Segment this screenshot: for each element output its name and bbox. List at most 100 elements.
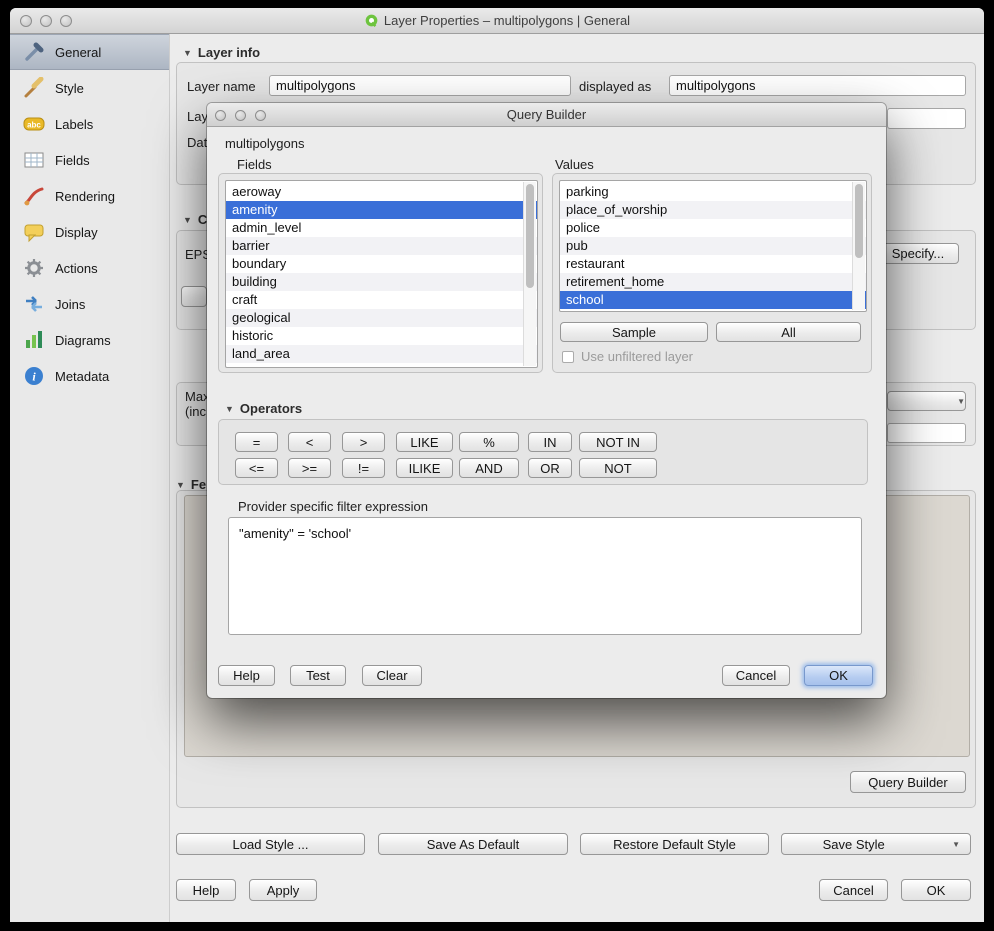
apply-button[interactable]: Apply xyxy=(249,879,317,901)
restore-default-style-button[interactable]: Restore Default Style xyxy=(580,833,769,855)
field-item[interactable]: land_area xyxy=(226,345,537,363)
displayed-as-input[interactable]: multipolygons xyxy=(669,75,966,96)
fields-scrollbar-thumb[interactable] xyxy=(526,184,534,288)
sidebar-item-label: Metadata xyxy=(55,369,109,384)
dialog-titlebar[interactable]: Query Builder xyxy=(207,103,886,127)
value-item[interactable]: restaurant xyxy=(560,255,866,273)
dialog-help-button[interactable]: Help xyxy=(218,665,275,686)
sidebar-item-joins[interactable]: Joins xyxy=(10,286,169,322)
sidebar-item-style[interactable]: Style xyxy=(10,70,169,106)
query-builder-open-button[interactable]: Query Builder xyxy=(850,771,966,793)
layer-info-header-label: Layer info xyxy=(198,45,260,60)
field-item[interactable]: building xyxy=(226,273,537,291)
qgis-icon xyxy=(364,13,379,31)
operator-button[interactable]: LIKE xyxy=(396,432,453,452)
fields-scrollbar[interactable] xyxy=(523,182,536,366)
values-group: parking place_of_worship police pub rest… xyxy=(552,173,872,373)
sidebar-item-diagrams[interactable]: Diagrams xyxy=(10,322,169,358)
dialog-test-button[interactable]: Test xyxy=(290,665,346,686)
chevron-down-icon: ▼ xyxy=(951,397,965,406)
fields-list[interactable]: aeroway amenity admin_level barrier boun… xyxy=(225,180,538,368)
field-item-selected[interactable]: amenity xyxy=(226,201,537,219)
operators-header-label: Operators xyxy=(240,401,302,416)
field-item[interactable]: historic xyxy=(226,327,537,345)
operator-button[interactable]: < xyxy=(288,432,331,452)
sidebar-item-label: Style xyxy=(55,81,84,96)
value-item[interactable]: place_of_worship xyxy=(560,201,866,219)
operator-button[interactable]: >= xyxy=(288,458,331,478)
scale-input-fragment[interactable] xyxy=(887,423,966,443)
sidebar-item-labels[interactable]: abc Labels xyxy=(10,106,169,142)
ok-button[interactable]: OK xyxy=(901,879,971,901)
checkbox-box-icon xyxy=(562,351,574,363)
sidebar-item-rendering[interactable]: Rendering xyxy=(10,178,169,214)
table-icon xyxy=(23,149,45,171)
field-item[interactable]: barrier xyxy=(226,237,537,255)
dialog-clear-button[interactable]: Clear xyxy=(362,665,422,686)
values-scrollbar-thumb[interactable] xyxy=(855,184,863,258)
specify-crs-button[interactable]: Specify... xyxy=(877,243,959,264)
operator-button[interactable]: NOT IN xyxy=(579,432,657,452)
operator-button[interactable]: != xyxy=(342,458,385,478)
dialog-title: Query Builder xyxy=(207,107,886,122)
operator-button[interactable]: > xyxy=(342,432,385,452)
sample-button[interactable]: Sample xyxy=(560,322,708,342)
filter-expression-input[interactable]: "amenity" = 'school' xyxy=(228,517,862,635)
rendering-icon xyxy=(23,185,45,207)
field-item[interactable]: geological xyxy=(226,309,537,327)
inclusive-label-clipped: (inc xyxy=(185,404,206,419)
field-item[interactable]: craft xyxy=(226,291,537,309)
use-unfiltered-checkbox[interactable]: Use unfiltered layer xyxy=(562,349,693,364)
sidebar-item-label: General xyxy=(55,45,101,60)
use-unfiltered-label: Use unfiltered layer xyxy=(581,349,693,364)
value-item[interactable]: parking xyxy=(560,183,866,201)
dialog-cancel-button[interactable]: Cancel xyxy=(722,665,790,686)
operator-button[interactable]: = xyxy=(235,432,278,452)
sidebar-item-label: Rendering xyxy=(55,189,115,204)
scale-combo-fragment[interactable]: ▼ xyxy=(887,391,966,411)
value-item[interactable]: retirement_home xyxy=(560,273,866,291)
bar-chart-icon xyxy=(23,329,45,351)
paintbrush-icon xyxy=(23,77,45,99)
operator-button[interactable]: % xyxy=(459,432,519,452)
operator-button[interactable]: AND xyxy=(459,458,519,478)
sidebar-item-display[interactable]: Display xyxy=(10,214,169,250)
sidebar-item-general[interactable]: General xyxy=(10,34,169,70)
sidebar-item-fields[interactable]: Fields xyxy=(10,142,169,178)
sidebar-item-label: Joins xyxy=(55,297,85,312)
operators-header[interactable]: ▼ Operators xyxy=(225,401,302,416)
field-item[interactable]: aeroway xyxy=(226,183,537,201)
crs-button-fragment[interactable] xyxy=(181,286,207,307)
field-item[interactable]: admin_level xyxy=(226,219,537,237)
operator-button[interactable]: <= xyxy=(235,458,278,478)
value-item-selected[interactable]: school xyxy=(560,291,866,309)
save-as-default-button[interactable]: Save As Default xyxy=(378,833,568,855)
all-button[interactable]: All xyxy=(716,322,861,342)
layer-name-input[interactable]: multipolygons xyxy=(269,75,571,96)
values-list[interactable]: parking place_of_worship police pub rest… xyxy=(559,180,867,312)
value-item[interactable]: police xyxy=(560,219,866,237)
query-builder-dialog: Query Builder multipolygons Fields Value… xyxy=(207,103,886,698)
abc-label-icon: abc xyxy=(23,113,45,135)
join-arrows-icon xyxy=(23,293,45,315)
load-style-button[interactable]: Load Style ... xyxy=(176,833,365,855)
window-titlebar[interactable]: Layer Properties – multipolygons | Gener… xyxy=(10,8,984,34)
values-scrollbar[interactable] xyxy=(852,182,865,310)
layer-source-input-fragment[interactable] xyxy=(887,108,966,129)
operator-button[interactable]: NOT xyxy=(579,458,657,478)
operator-button[interactable]: OR xyxy=(528,458,572,478)
cancel-button[interactable]: Cancel xyxy=(819,879,888,901)
operator-button[interactable]: IN xyxy=(528,432,572,452)
sidebar-item-actions[interactable]: Actions xyxy=(10,250,169,286)
help-button[interactable]: Help xyxy=(176,879,236,901)
field-item[interactable]: boundary xyxy=(226,255,537,273)
value-item[interactable]: pub xyxy=(560,237,866,255)
layer-info-header[interactable]: ▼ Layer info xyxy=(183,45,260,60)
svg-text:abc: abc xyxy=(27,121,41,130)
operator-button[interactable]: ILIKE xyxy=(396,458,453,478)
dialog-ok-button[interactable]: OK xyxy=(804,665,873,686)
sidebar-item-label: Fields xyxy=(55,153,90,168)
collapse-triangle-icon: ▼ xyxy=(183,48,192,58)
sidebar-item-metadata[interactable]: i Metadata xyxy=(10,358,169,394)
save-style-button[interactable]: Save Style ▼ xyxy=(781,833,971,855)
